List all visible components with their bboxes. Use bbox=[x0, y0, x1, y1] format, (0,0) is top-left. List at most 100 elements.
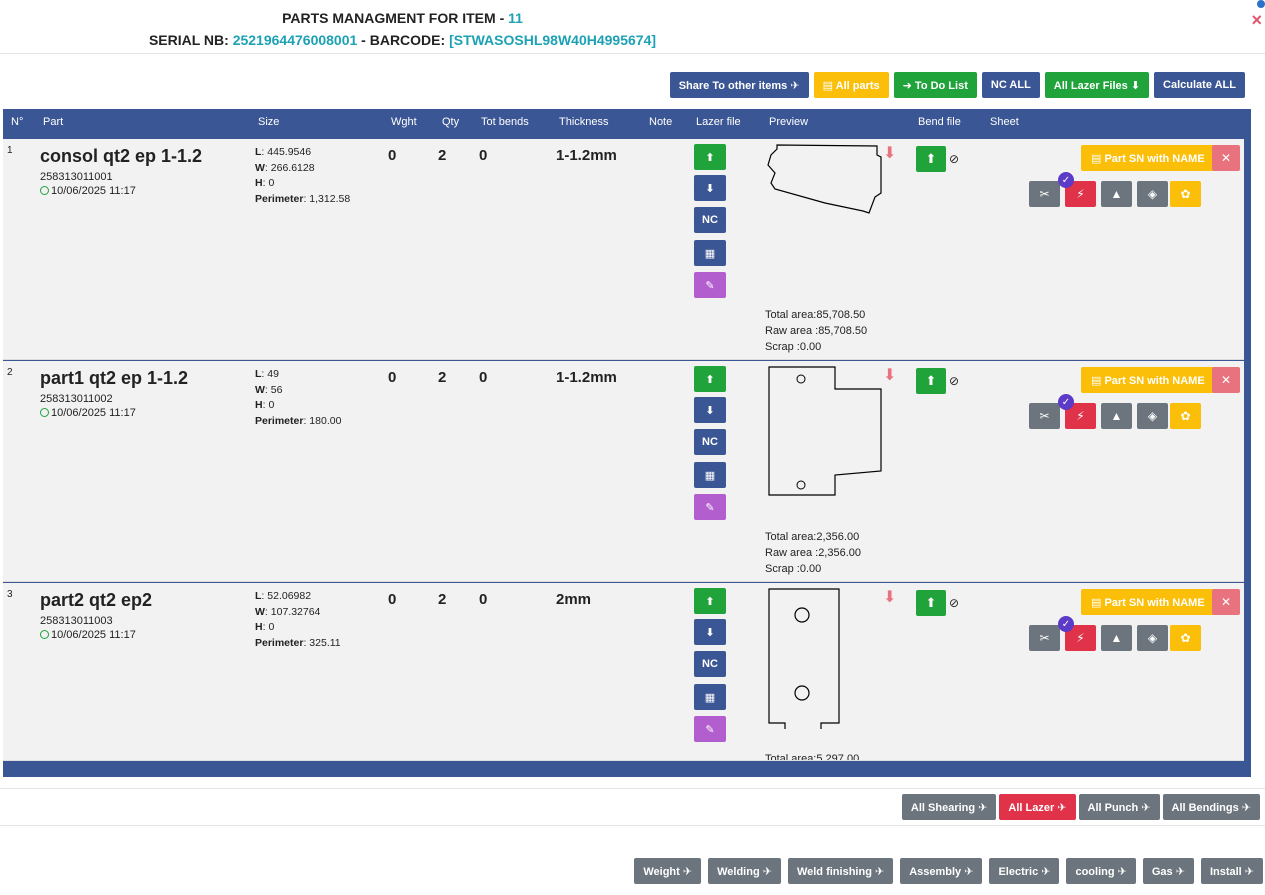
part-code: 258313011001 bbox=[40, 171, 113, 183]
all-shearing-button[interactable]: All Shearing ✈ bbox=[901, 794, 997, 820]
todo-list-button[interactable]: ➜ To Do List bbox=[893, 72, 977, 98]
preview-download-icon[interactable]: ⬇ bbox=[883, 365, 896, 385]
part-sn-button[interactable]: ▤ Part SN with NAME bbox=[1081, 367, 1215, 393]
w-value: 107.32764 bbox=[270, 605, 321, 618]
share-button[interactable]: Share To other items ✈ bbox=[669, 72, 809, 98]
shearing-icon[interactable]: ✂ bbox=[1029, 181, 1060, 207]
thickness-value: 1-1.2mm bbox=[556, 369, 617, 386]
download-icon[interactable]: ⬇ bbox=[694, 397, 726, 423]
table-scrollbar[interactable] bbox=[1244, 137, 1251, 675]
scrap: Scrap :0.00 bbox=[765, 563, 822, 575]
l-label: L bbox=[255, 590, 262, 602]
h-value: 0 bbox=[268, 621, 275, 633]
assembly-icon[interactable]: ✿ bbox=[1170, 403, 1201, 429]
bending-icon[interactable]: ◈ bbox=[1137, 625, 1168, 651]
col-qty: Qty bbox=[442, 116, 460, 128]
no-file-icon: ⊘ bbox=[949, 374, 960, 388]
all-punch-button[interactable]: All Punch ✈ bbox=[1078, 794, 1160, 820]
delete-icon[interactable]: ✕ bbox=[1212, 589, 1240, 615]
nc-button[interactable]: NC bbox=[694, 429, 726, 455]
col-size: Size bbox=[258, 116, 280, 128]
col-bend: Bend file bbox=[918, 116, 961, 128]
download-icon[interactable]: ⬇ bbox=[694, 175, 726, 201]
all-bendings-button[interactable]: All Bendings ✈ bbox=[1162, 794, 1260, 820]
serial-value: 2521964476008001 bbox=[232, 32, 358, 48]
scrap: Scrap :0.00 bbox=[765, 341, 822, 353]
bending-icon[interactable]: ◈ bbox=[1137, 403, 1168, 429]
assembly-icon[interactable]: ✿ bbox=[1170, 181, 1201, 207]
bend-upload-icon[interactable]: ⬆ bbox=[916, 590, 946, 616]
process-bar: Weight ✈ Welding ✈ Weld finishing ✈ Asse… bbox=[634, 858, 1263, 884]
weld-finishing-button[interactable]: Weld finishing ✈ bbox=[787, 858, 894, 884]
check-badge-icon: ✓ bbox=[1058, 394, 1074, 410]
comments-icon[interactable]: ✎ bbox=[694, 716, 726, 742]
part-sn-button[interactable]: ▤ Part SN with NAME bbox=[1081, 145, 1215, 171]
assembly-button[interactable]: Assembly ✈ bbox=[900, 858, 983, 884]
delete-icon[interactable]: ✕ bbox=[1212, 145, 1240, 171]
l-value: 52.06982 bbox=[267, 590, 312, 602]
welding-button[interactable]: Welding ✈ bbox=[708, 858, 781, 884]
check-badge-icon: ✓ bbox=[1058, 172, 1074, 188]
assembly-icon[interactable]: ✿ bbox=[1170, 625, 1201, 651]
part-code: 258313011002 bbox=[40, 393, 113, 405]
row-number: 3 bbox=[7, 589, 13, 600]
preview-download-icon[interactable]: ⬇ bbox=[883, 143, 896, 163]
cooling-button[interactable]: cooling ✈ bbox=[1066, 858, 1136, 884]
upload-icon[interactable]: ⬆ bbox=[694, 144, 726, 170]
weight-value: 0 bbox=[388, 369, 397, 386]
upload-icon[interactable]: ⬆ bbox=[694, 366, 726, 392]
no-file-icon: ⊘ bbox=[949, 152, 960, 166]
thickness-value: 2mm bbox=[556, 591, 592, 608]
perimeter-value: 180.00 bbox=[309, 414, 342, 427]
install-button[interactable]: Install ✈ bbox=[1200, 858, 1263, 884]
nc-all-button[interactable]: NC ALL bbox=[981, 72, 1040, 98]
col-note: Note bbox=[649, 116, 673, 128]
col-preview: Preview bbox=[769, 116, 809, 128]
area-info: Total area:2,356.00 Raw area :2,356.00 S… bbox=[765, 529, 861, 577]
punch-icon[interactable]: ▲ bbox=[1101, 403, 1132, 429]
comments-icon[interactable]: ✎ bbox=[694, 272, 726, 298]
comments-icon[interactable]: ✎ bbox=[694, 494, 726, 520]
serial-line: SERIAL NB: 2521964476008001 - BARCODE: [… bbox=[0, 32, 805, 48]
all-lazer-files-button[interactable]: All Lazer Files ⬇ bbox=[1044, 72, 1150, 98]
calculator-icon[interactable]: ▦ bbox=[694, 462, 726, 488]
nc-button[interactable]: NC bbox=[694, 207, 726, 233]
upload-icon[interactable]: ⬆ bbox=[694, 588, 726, 614]
barcode-value: [STWASOSHL98W40H4995674] bbox=[449, 32, 657, 48]
bend-upload-icon[interactable]: ⬆ bbox=[916, 368, 946, 394]
w-value: 56 bbox=[270, 383, 283, 396]
all-lazer-button[interactable]: All Lazer ✈ bbox=[999, 794, 1076, 820]
area-info: Total area:5,297.00 bbox=[765, 751, 859, 760]
punch-icon[interactable]: ▲ bbox=[1101, 625, 1132, 651]
bend-upload-icon[interactable]: ⬆ bbox=[916, 146, 946, 172]
l-value: 445.9546 bbox=[267, 146, 312, 158]
part-size: L: 445.9546 W: 266.6128 H: 0 Perimeter: … bbox=[255, 146, 351, 205]
part-preview bbox=[768, 588, 840, 729]
preview-download-icon[interactable]: ⬇ bbox=[883, 587, 896, 607]
all-parts-button[interactable]: ▤ All parts bbox=[813, 72, 889, 98]
calculator-icon[interactable]: ▦ bbox=[694, 684, 726, 710]
calculator-icon[interactable]: ▦ bbox=[694, 240, 726, 266]
weight-button[interactable]: Weight ✈ bbox=[634, 858, 702, 884]
shearing-icon[interactable]: ✂ bbox=[1029, 625, 1060, 651]
table-row: 2 part1 qt2 ep 1-1.2 258313011002 10/06/… bbox=[3, 361, 1244, 582]
info-icon[interactable] bbox=[1257, 0, 1265, 8]
download-icon[interactable]: ⬇ bbox=[694, 619, 726, 645]
shearing-icon[interactable]: ✂ bbox=[1029, 403, 1060, 429]
bending-icon[interactable]: ◈ bbox=[1137, 181, 1168, 207]
part-sn-button[interactable]: ▤ Part SN with NAME bbox=[1081, 589, 1215, 615]
close-icon[interactable]: × bbox=[1251, 10, 1262, 31]
clock-icon bbox=[40, 186, 49, 195]
nc-button[interactable]: NC bbox=[694, 651, 726, 677]
gas-button[interactable]: Gas ✈ bbox=[1142, 858, 1194, 884]
electric-button[interactable]: Electric ✈ bbox=[989, 858, 1060, 884]
h-value: 0 bbox=[268, 177, 275, 189]
l-value: 49 bbox=[267, 368, 279, 380]
punch-icon[interactable]: ▲ bbox=[1101, 181, 1132, 207]
h-label: H bbox=[255, 399, 263, 411]
check-badge-icon: ✓ bbox=[1058, 616, 1074, 632]
calculate-all-button[interactable]: Calculate ALL bbox=[1154, 72, 1245, 98]
title-prefix: PARTS MANAGMENT FOR ITEM - bbox=[282, 10, 509, 26]
part-preview bbox=[768, 366, 882, 496]
delete-icon[interactable]: ✕ bbox=[1212, 367, 1240, 393]
